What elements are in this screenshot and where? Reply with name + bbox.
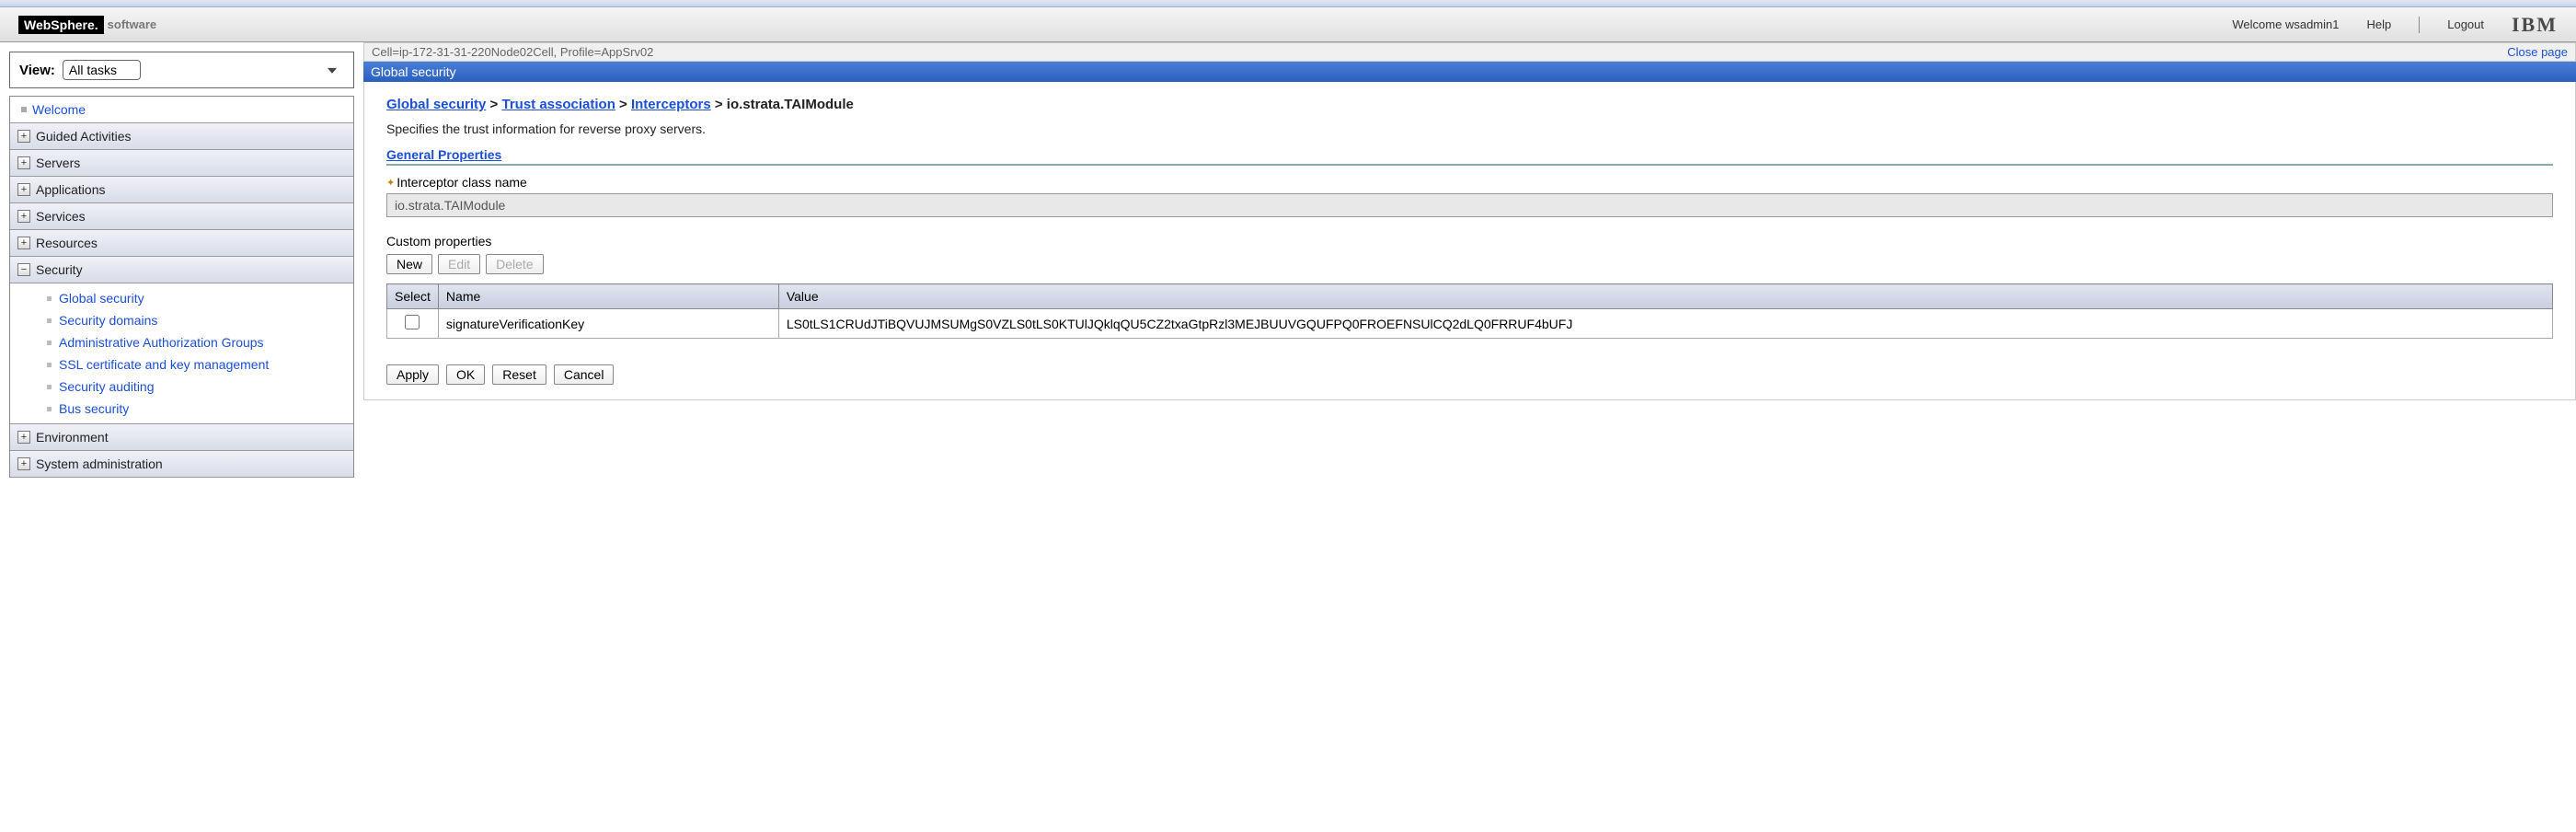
expand-icon[interactable]: + [17, 210, 30, 223]
nav-admin-auth-groups[interactable]: Administrative Authorization Groups [10, 331, 353, 353]
nav-system-administration[interactable]: + System administration [10, 451, 353, 478]
nav-servers[interactable]: + Servers [10, 150, 353, 177]
breadcrumb-trust-association[interactable]: Trust association [501, 97, 615, 112]
logo-main: WebSphere. [18, 16, 104, 34]
apply-button[interactable]: Apply [386, 364, 439, 385]
nav-global-security[interactable]: Global security [10, 287, 353, 309]
app-logo: WebSphere. software [18, 16, 156, 34]
close-page-link[interactable]: Close page [2507, 45, 2568, 59]
delete-button[interactable]: Delete [486, 254, 543, 274]
nav-bus-security[interactable]: Bus security [10, 398, 353, 420]
page-title: Global security [363, 62, 2576, 82]
table-row: signatureVerificationKey LS0tLS1CRUdJTiB… [387, 309, 2553, 339]
bullet-icon [21, 107, 27, 112]
nav-applications[interactable]: + Applications [10, 177, 353, 203]
logo-sub: software [108, 17, 156, 31]
col-select: Select [387, 284, 439, 309]
breadcrumb: Global security > Trust association > In… [386, 97, 2553, 112]
custom-properties-label: Custom properties [386, 234, 2553, 248]
breadcrumb-interceptors[interactable]: Interceptors [631, 97, 711, 112]
nav-security[interactable]: − Security [10, 257, 353, 283]
logout-link[interactable]: Logout [2447, 17, 2484, 31]
collapse-icon[interactable]: − [17, 263, 30, 276]
breadcrumb-current: io.strata.TAIModule [727, 97, 854, 112]
nav-security-sublist: Global security Security domains Adminis… [10, 283, 353, 424]
main-content: Cell=ip-172-31-31-220Node02Cell, Profile… [363, 42, 2576, 487]
nav-welcome[interactable]: Welcome [10, 97, 353, 123]
expand-icon[interactable]: + [17, 156, 30, 169]
required-icon: ✦ [386, 177, 395, 189]
nav-services[interactable]: + Services [10, 203, 353, 230]
nav-welcome-link[interactable]: Welcome [32, 102, 86, 117]
sidebar: View: All tasks Welcome + Guided Activit… [0, 42, 363, 487]
page-description: Specifies the trust information for reve… [386, 121, 2553, 136]
expand-icon[interactable]: + [17, 431, 30, 444]
row-checkbox[interactable] [405, 315, 420, 329]
nav-environment[interactable]: + Environment [10, 424, 353, 451]
header-bar: WebSphere. software Welcome wsadmin1 Hel… [0, 7, 2576, 42]
cell-info-bar: Cell=ip-172-31-31-220Node02Cell, Profile… [363, 42, 2576, 62]
nav-resources[interactable]: + Resources [10, 230, 353, 257]
general-properties-header: General Properties [386, 147, 2553, 166]
view-select[interactable]: All tasks [63, 60, 141, 80]
reset-button[interactable]: Reset [492, 364, 546, 385]
nav-guided-activities[interactable]: + Guided Activities [10, 123, 353, 150]
nav-security-auditing[interactable]: Security auditing [10, 376, 353, 398]
cell-info-text: Cell=ip-172-31-31-220Node02Cell, Profile… [372, 45, 653, 59]
col-name: Name [438, 284, 778, 309]
ibm-logo: IBM [2512, 13, 2558, 37]
nav-security-domains[interactable]: Security domains [10, 309, 353, 331]
interceptor-class-name-input[interactable] [386, 193, 2553, 217]
col-value: Value [778, 284, 2552, 309]
expand-icon[interactable]: + [17, 130, 30, 143]
nav-ssl-cert-key[interactable]: SSL certificate and key management [10, 353, 353, 376]
welcome-text: Welcome wsadmin1 [2232, 17, 2339, 31]
view-label: View: [19, 63, 55, 78]
field-label-interceptor: ✦ Interceptor class name [386, 175, 2553, 190]
breadcrumb-global-security[interactable]: Global security [386, 97, 486, 112]
new-button[interactable]: New [386, 254, 432, 274]
cancel-button[interactable]: Cancel [554, 364, 615, 385]
expand-icon[interactable]: + [17, 237, 30, 249]
edit-button[interactable]: Edit [438, 254, 480, 274]
view-selector-box: View: All tasks [9, 52, 354, 88]
row-name: signatureVerificationKey [438, 309, 778, 339]
help-link[interactable]: Help [2366, 17, 2391, 31]
expand-icon[interactable]: + [17, 457, 30, 470]
expand-icon[interactable]: + [17, 183, 30, 196]
nav-list: Welcome + Guided Activities + Servers + … [9, 96, 354, 478]
ok-button[interactable]: OK [446, 364, 485, 385]
row-value: LS0tLS1CRUdJTiBQVUJMSUMgS0VZLS0tLS0KTUlJ… [778, 309, 2552, 339]
custom-properties-table: Select Name Value signatureVerificationK… [386, 283, 2553, 339]
